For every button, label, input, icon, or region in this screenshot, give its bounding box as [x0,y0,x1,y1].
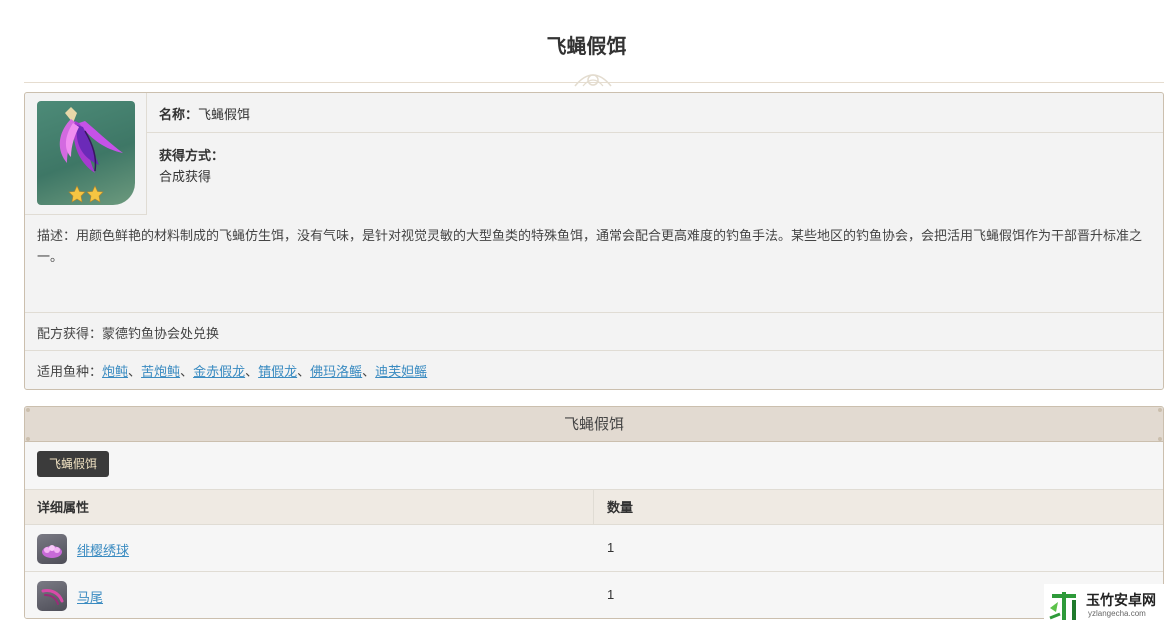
material-quantity: 1 [607,540,615,555]
fish-separator: 、 [245,364,259,379]
fish-link-rusty-koi[interactable]: 锖假龙 [258,364,297,379]
table-row: 绯樱绣球 1 [25,525,1163,572]
item-name-row: 名称：飞蝇假饵 [147,93,1163,133]
material-quantity: 1 [607,587,615,602]
item-image-cell [25,93,147,215]
column-header-quantity: 数量 [607,500,634,515]
fish-separator: 、 [128,364,142,379]
fish-separator: 、 [297,364,311,379]
corner-dot [1158,437,1162,441]
materials-table-header: 详细属性 数量 [25,489,1163,525]
item-image [37,101,135,205]
fish-link-bitter-puffer[interactable]: 苦炮鲀 [141,364,180,379]
acquire-value: 合成获得 [159,169,212,184]
crafting-header: 飞蝇假饵 [25,407,1163,442]
sakura-bloom-icon[interactable] [37,534,67,564]
crafting-panel: 飞蝇假饵 飞蝇假饵 详细属性 数量 绯樱绣球 1 马尾 1 [24,406,1164,619]
item-info-panel: 名称：飞蝇假饵 获得方式： 合成获得 描述：用颜色鲜艳的材料制成的飞蝇仿生饵，没… [24,92,1164,390]
recipe-source: 配方获得：蒙德钓鱼协会处兑换 [25,313,1163,351]
name-label: 名称： [159,107,199,122]
recipe-tab[interactable]: 飞蝇假饵 [37,451,110,477]
fish-link-divda-ray[interactable]: 迪芙妲鳐 [375,364,427,379]
horsetail-icon[interactable] [37,581,67,611]
corner-dot [26,408,30,412]
acquire-label: 获得方式： [159,148,225,163]
fish-separator: 、 [362,364,376,379]
material-link[interactable]: 马尾 [77,587,103,606]
corner-dot [26,437,30,441]
acquire-row: 获得方式： 合成获得 [147,133,1163,215]
fish-link-puffer[interactable]: 炮鲀 [102,364,128,379]
fish-label: 适用鱼种： [37,364,103,379]
material-link[interactable]: 绯樱绣球 [77,540,129,559]
corner-dot [1158,408,1162,412]
rarity-stars-icon [68,185,104,203]
page-title: 飞蝇假饵 [546,36,627,58]
item-description: 描述：用颜色鲜艳的材料制成的飞蝇仿生饵，没有气味，是针对视觉灵敏的大型鱼类的特殊… [25,215,1163,313]
ornament-icon [574,74,612,87]
table-row: 马尾 1 [25,572,1163,618]
watermark-title: 玉竹安卓网 [1086,592,1156,608]
column-header-attribute: 详细属性 [37,500,90,515]
watermark: 玉竹安卓网 yzlangecha.com [1044,584,1173,625]
fish-link-golden-koi[interactable]: 金赤假龙 [193,364,245,379]
item-name: 飞蝇假饵 [198,107,251,122]
fish-link-formalo-ray[interactable]: 佛玛洛鳐 [310,364,362,379]
applicable-fish-row: 适用鱼种：炮鲀、苦炮鲀、金赤假龙、锖假龙、佛玛洛鳐、迪芙妲鳐 [25,351,1163,389]
watermark-subtitle: yzlangecha.com [1088,609,1146,618]
bamboo-logo-icon [1049,592,1076,620]
fish-separator: 、 [180,364,194,379]
